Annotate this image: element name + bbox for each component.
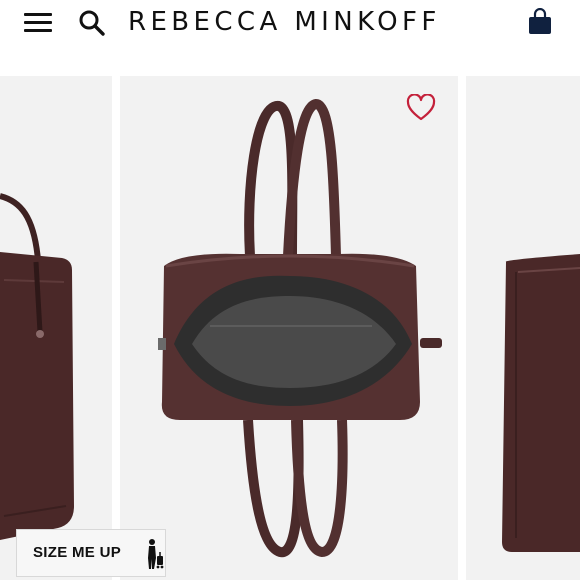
brand-logo[interactable]: REBECCA MINKOFF [128, 6, 478, 38]
size-me-up-button[interactable]: SIZE ME UP [16, 529, 166, 577]
person-with-luggage-icon [148, 539, 164, 569]
product-image-carousel[interactable] [0, 76, 580, 580]
hamburger-menu-icon[interactable] [24, 12, 52, 34]
product-image-previous[interactable] [0, 76, 112, 580]
shopping-bag-icon[interactable] [526, 8, 554, 36]
product-image-next[interactable] [466, 76, 580, 580]
site-header: REBECCA MINKOFF [0, 0, 580, 46]
product-image-current[interactable] [120, 76, 458, 580]
search-icon[interactable] [78, 9, 106, 37]
size-me-up-label: SIZE ME UP [33, 544, 122, 561]
heart-outline-icon[interactable] [406, 94, 436, 122]
